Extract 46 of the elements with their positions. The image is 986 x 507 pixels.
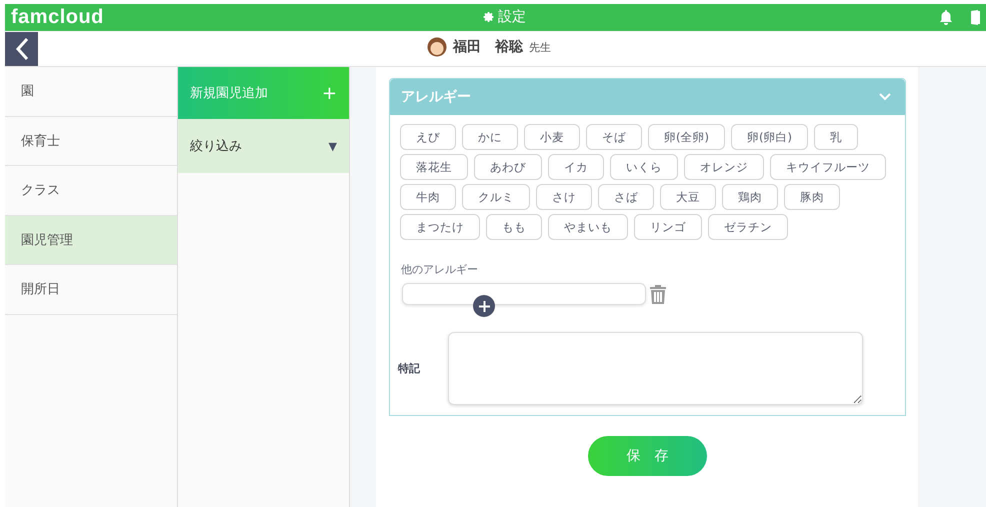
notes-field[interactable] — [448, 332, 863, 405]
plus-icon — [478, 300, 490, 312]
input-field[interactable] — [402, 283, 646, 305]
user-role: 先生 — [529, 40, 551, 54]
filter-dropdown[interactable]: 絞り込み ▼ — [178, 119, 349, 173]
allergy-chip[interactable]: キウイフルーツ — [770, 154, 886, 180]
allergy-chip[interactable]: リンゴ — [634, 214, 702, 240]
chevron-icon — [879, 93, 891, 101]
field-label: 他のアレルギー — [400, 262, 479, 278]
sidebar-item[interactable]: 園児管理 — [5, 216, 177, 265]
chevron-left-icon — [14, 36, 28, 60]
user-name: 福田 裕聡 — [453, 38, 523, 56]
allergy-chip[interactable]: さけ — [536, 184, 592, 210]
allergy-chip[interactable]: あわび — [474, 154, 542, 180]
bell-icon[interactable] — [939, 10, 953, 25]
allergy-chip[interactable]: 卵(卵白) — [730, 124, 808, 150]
app-logo: famcloud — [11, 6, 104, 29]
allergy-chip[interactable]: ゼラチン — [708, 214, 788, 240]
allergy-chip[interactable]: もも — [486, 214, 542, 240]
allergy-chip[interactable]: 乳 — [814, 124, 858, 150]
allergy-chip[interactable]: 牛肉 — [400, 184, 456, 210]
allergy-chip[interactable]: やまいも — [548, 214, 628, 240]
page-title: 設定 — [498, 8, 526, 26]
trash-icon[interactable] — [650, 284, 666, 304]
allergy-chip[interactable]: オレンジ — [684, 154, 764, 180]
allergy-chip[interactable]: えび — [400, 124, 456, 150]
allergy-chip[interactable]: 大豆 — [660, 184, 716, 210]
allergy-chip[interactable]: まつたけ — [400, 214, 480, 240]
allergy-chip[interactable]: 落花生 — [400, 154, 468, 180]
allergy-chip[interactable]: 卵(全卵) — [648, 124, 725, 150]
allergy-chip[interactable]: 小麦 — [524, 124, 580, 150]
allergy-chip[interactable]: 豚肉 — [784, 184, 840, 210]
field-label: 特記 — [398, 361, 421, 376]
avatar-icon — [427, 37, 447, 57]
back-button[interactable] — [5, 32, 38, 66]
allergy-chip[interactable]: さば — [598, 184, 654, 210]
allergy-chip[interactable]: いくら — [610, 154, 678, 180]
gear-icon — [483, 11, 495, 23]
allergy-chip[interactable]: クルミ — [462, 184, 530, 210]
door-icon[interactable] — [971, 10, 980, 25]
sidebar-item[interactable]: 保育士 — [5, 116, 177, 166]
allergy-chip[interactable]: イカ — [548, 154, 604, 180]
add-button[interactable] — [473, 295, 495, 317]
allergy-chip[interactable]: そば — [586, 124, 642, 150]
allergy-chip[interactable]: 鶏肉 — [722, 184, 778, 210]
allergy-chip[interactable]: かに — [462, 124, 518, 150]
